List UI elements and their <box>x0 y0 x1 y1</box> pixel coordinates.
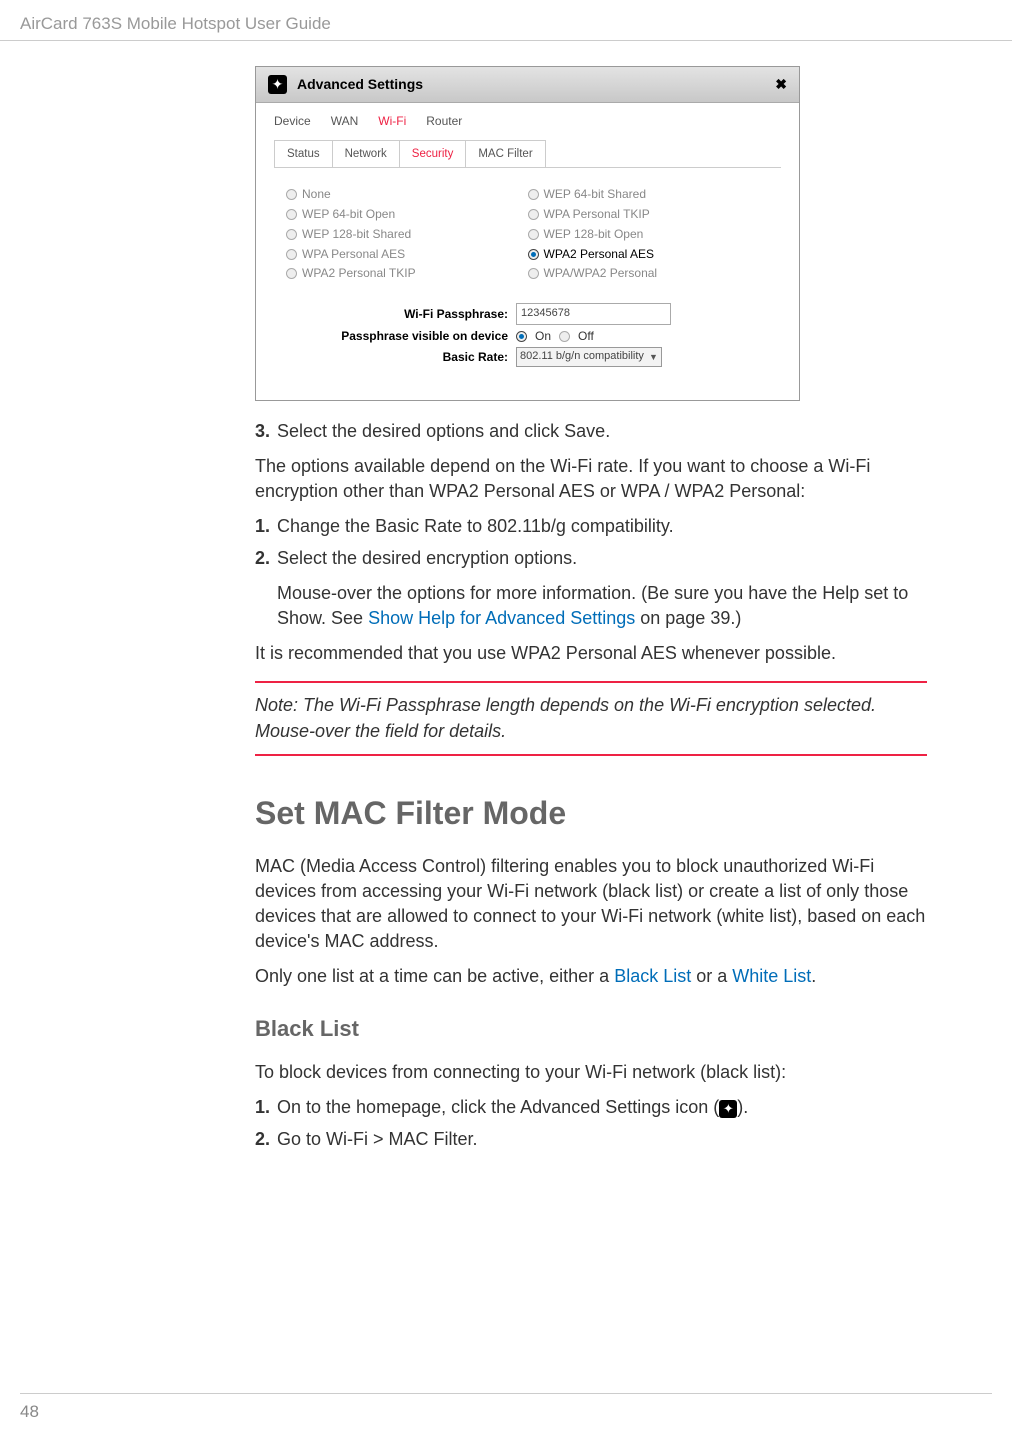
form-rows: Wi-Fi Passphrase: 12345678 Passphrase vi… <box>256 295 799 400</box>
visibility-on[interactable]: On <box>516 328 551 345</box>
passphrase-row: Wi-Fi Passphrase: 12345678 <box>281 303 774 324</box>
opt-wpa-aes[interactable]: WPA Personal AES <box>286 246 528 263</box>
heading-mac-filter-mode: Set MAC Filter Mode <box>255 791 927 836</box>
tab-wifi[interactable]: Wi-Fi <box>378 113 406 130</box>
screenshot-header: ✦ Advanced Settings ✖ <box>256 67 799 104</box>
mid-step-2: 2.Select the desired encryption options. <box>255 546 927 571</box>
passphrase-label: Wi-Fi Passphrase: <box>281 306 516 323</box>
step-text: Select the desired encryption options. <box>277 548 577 568</box>
para-recommend: It is recommended that you use WPA2 Pers… <box>255 641 927 666</box>
radio-icon <box>528 249 539 260</box>
step-text: Go to Wi-Fi > MAC Filter. <box>277 1129 478 1149</box>
opt-wpa2-aes[interactable]: WPA2 Personal AES <box>528 246 770 263</box>
radio-icon <box>286 189 297 200</box>
visibility-off[interactable]: Off <box>559 328 594 345</box>
heading-black-list: Black List <box>255 1014 927 1045</box>
basic-rate-select[interactable]: 802.11 b/g/n compatibility ▼ <box>516 347 662 366</box>
tab-device[interactable]: Device <box>274 113 311 130</box>
radio-icon <box>528 209 539 220</box>
text-b: or a <box>691 966 732 986</box>
mac-para-2: Only one list at a time can be active, e… <box>255 964 927 989</box>
black-step-2: 2.Go to Wi-Fi > MAC Filter. <box>255 1127 927 1152</box>
opt-wpa2-tkip[interactable]: WPA2 Personal TKIP <box>286 265 528 282</box>
step-3: 3.Select the desired options and click S… <box>255 419 927 444</box>
opt-wep64-open[interactable]: WEP 64-bit Open <box>286 206 528 223</box>
radio-icon <box>286 209 297 220</box>
text-c: . <box>811 966 816 986</box>
options-col-right: WEP 64-bit Shared WPA Personal TKIP WEP … <box>528 183 770 285</box>
basic-rate-label: Basic Rate: <box>281 349 516 366</box>
para-options-depend: The options available depend on the Wi-F… <box>255 454 927 504</box>
opt-none[interactable]: None <box>286 186 528 203</box>
page-footer: 48 <box>20 1393 992 1424</box>
chevron-down-icon: ▼ <box>649 351 658 364</box>
opt-wep64-shared[interactable]: WEP 64-bit Shared <box>528 186 770 203</box>
note-block: Note: The Wi-Fi Passphrase length depend… <box>255 681 927 755</box>
visibility-label: Passphrase visible on device <box>281 328 516 345</box>
radio-icon <box>559 331 570 342</box>
content-area: ✦ Advanced Settings ✖ Device WAN Wi-Fi R… <box>0 41 1012 1178</box>
step-number: 2. <box>255 1127 277 1152</box>
note-label: Note: <box>255 695 303 715</box>
step-number: 3. <box>255 419 277 444</box>
text-a: On to the homepage, click the Advanced S… <box>277 1097 719 1117</box>
radio-icon <box>528 229 539 240</box>
text-a: Only one list at a time can be active, e… <box>255 966 614 986</box>
subtab-security[interactable]: Security <box>399 140 467 167</box>
link-black-list[interactable]: Black List <box>614 966 691 986</box>
link-white-list[interactable]: White List <box>732 966 811 986</box>
gear-icon: ✦ <box>719 1100 737 1118</box>
options-col-left: None WEP 64-bit Open WEP 128-bit Shared … <box>286 183 528 285</box>
doc-title: AirCard 763S Mobile Hotspot User Guide <box>20 14 331 33</box>
basic-rate-row: Basic Rate: 802.11 b/g/n compatibility ▼ <box>281 347 774 366</box>
advanced-settings-screenshot: ✦ Advanced Settings ✖ Device WAN Wi-Fi R… <box>255 66 800 401</box>
mid-step-2-extra: Mouse-over the options for more informat… <box>277 581 927 631</box>
step-number: 1. <box>255 514 277 539</box>
subtabs-row: Status Network Security MAC Filter <box>274 140 781 168</box>
radio-icon <box>528 268 539 279</box>
opt-wpa-tkip[interactable]: WPA Personal TKIP <box>528 206 770 223</box>
subtab-status[interactable]: Status <box>274 140 333 167</box>
step-text: Change the Basic Rate to 802.11b/g compa… <box>277 516 674 536</box>
mac-para-1: MAC (Media Access Control) filtering ena… <box>255 854 927 955</box>
page-header: AirCard 763S Mobile Hotspot User Guide <box>0 0 1012 41</box>
note-text: The Wi-Fi Passphrase length depends on t… <box>255 695 876 740</box>
page-number: 48 <box>20 1402 39 1421</box>
screenshot-body: Device WAN Wi-Fi Router Status Network S… <box>256 103 799 399</box>
radio-icon <box>516 331 527 342</box>
black-list-intro: To block devices from connecting to your… <box>255 1060 927 1085</box>
opt-wpa-wpa2[interactable]: WPA/WPA2 Personal <box>528 265 770 282</box>
radio-icon <box>286 249 297 260</box>
tab-wan[interactable]: WAN <box>331 113 359 130</box>
step-number: 2. <box>255 546 277 571</box>
opt-wep128-open[interactable]: WEP 128-bit Open <box>528 226 770 243</box>
close-icon[interactable]: ✖ <box>775 75 787 95</box>
text-b: on page 39.) <box>635 608 741 628</box>
radio-icon <box>286 229 297 240</box>
radio-icon <box>286 268 297 279</box>
visibility-row: Passphrase visible on device On Off <box>281 328 774 345</box>
text-b: ). <box>737 1097 748 1117</box>
step-text: Select the desired options and click Sav… <box>277 421 610 441</box>
gear-icon: ✦ <box>268 75 287 94</box>
radio-icon <box>528 189 539 200</box>
screenshot-title: Advanced Settings <box>297 75 775 95</box>
mid-step-1: 1.Change the Basic Rate to 802.11b/g com… <box>255 514 927 539</box>
encryption-options: None WEP 64-bit Open WEP 128-bit Shared … <box>256 178 799 295</box>
passphrase-input[interactable]: 12345678 <box>516 303 671 324</box>
subtab-mac-filter[interactable]: MAC Filter <box>465 140 545 167</box>
subtab-network[interactable]: Network <box>332 140 400 167</box>
black-step-1: 1.On to the homepage, click the Advanced… <box>255 1095 927 1120</box>
step-number: 1. <box>255 1095 277 1120</box>
link-show-help[interactable]: Show Help for Advanced Settings <box>368 608 635 628</box>
opt-wep128-shared[interactable]: WEP 128-bit Shared <box>286 226 528 243</box>
tab-router[interactable]: Router <box>426 113 462 130</box>
basic-rate-value: 802.11 b/g/n compatibility <box>520 349 644 364</box>
tabs-row: Device WAN Wi-Fi Router <box>256 103 799 140</box>
